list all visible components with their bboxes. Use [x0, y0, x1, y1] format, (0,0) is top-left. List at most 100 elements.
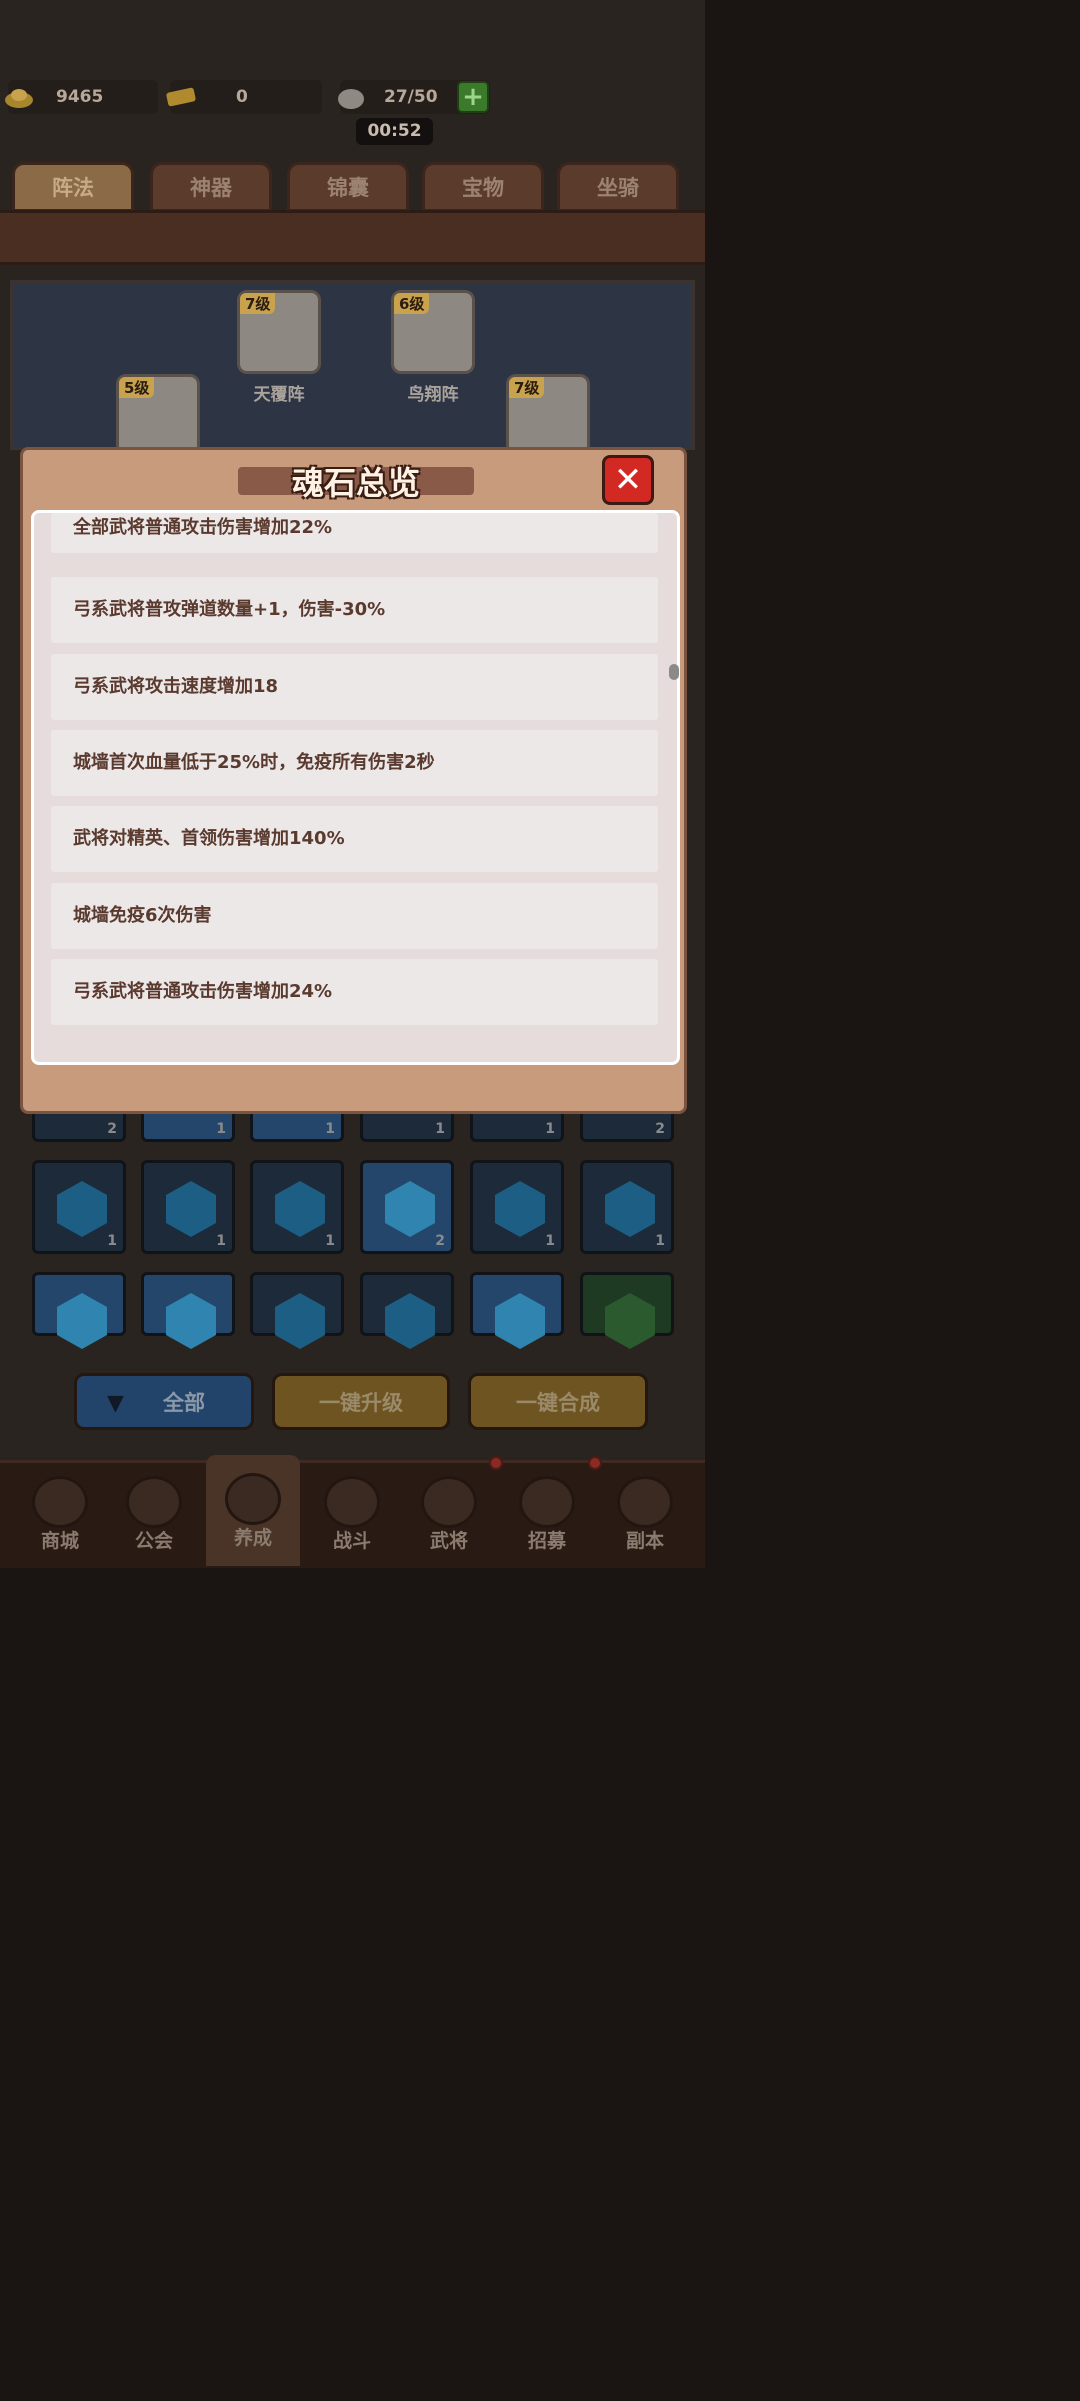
scroll-icon [519, 1476, 575, 1528]
slot-count: 1 [325, 1121, 335, 1137]
filter-all-button[interactable]: ▼ 全部 [74, 1373, 254, 1430]
notification-dot [588, 1456, 602, 1470]
close-icon: ✕ [613, 460, 643, 500]
tab-silkbag[interactable]: 锦囊 [287, 162, 409, 212]
formation-banner [0, 210, 705, 265]
formation-name: 天覆阵 [253, 385, 305, 405]
gold-counter: 9465 [5, 80, 158, 114]
slot-count: 1 [216, 1233, 226, 1249]
slot-count: 1 [435, 1121, 445, 1137]
bun-icon [338, 89, 364, 109]
soulstone-gem-icon [495, 1181, 545, 1237]
coin-icon [32, 1476, 88, 1528]
soulstone-slot[interactable] [360, 1272, 454, 1349]
nav-label: 公会 [134, 1530, 173, 1552]
nav-generals[interactable]: 武将 [402, 1470, 496, 1566]
stamina-value: 27/50 [384, 87, 438, 107]
merge-all-button[interactable]: 一键合成 [468, 1373, 648, 1430]
triangle-down-icon: ▼ [107, 1391, 124, 1416]
filter-all-label: 全部 [163, 1391, 205, 1415]
scrollbar-handle[interactable] [669, 664, 679, 680]
nav-cultivate[interactable]: 养成 [206, 1455, 300, 1566]
slot-count: 1 [545, 1121, 555, 1137]
tab-mount[interactable]: 坐骑 [557, 162, 679, 212]
nav-battle[interactable]: 战斗 [305, 1470, 399, 1566]
effect-text: 弓系武将攻击速度增加18 [73, 676, 279, 697]
nav-label: 商城 [40, 1530, 79, 1552]
soulstone-slot[interactable]: 1 [580, 1160, 674, 1254]
effect-text: 城墙首次血量低于25%时，免疫所有伤害2秒 [73, 752, 435, 773]
slot-count: 1 [545, 1233, 555, 1249]
soulstone-slot[interactable] [141, 1272, 235, 1349]
effect-text: 武将对精英、首领伤害增加140% [73, 828, 345, 849]
notification-dot [489, 1456, 503, 1470]
ticket-counter: 0 [166, 80, 322, 114]
soulstone-slot[interactable] [580, 1272, 674, 1349]
soulstone-gem-icon [385, 1181, 435, 1237]
gold-ingot-icon [5, 89, 33, 108]
effect-row: 武将对精英、首领伤害增加140% [51, 806, 658, 872]
nav-shop[interactable]: 商城 [13, 1470, 107, 1566]
close-button[interactable]: ✕ [602, 455, 654, 505]
dialog-title: 魂石总览 [291, 464, 420, 502]
formation-card-niaoxiang[interactable]: 6级 [391, 290, 475, 374]
effect-row: 弓系武将普攻弹道数量+1，伤害-30% [51, 577, 658, 643]
dialog-header: 魂石总览 ✕ [23, 450, 684, 510]
formation-level: 6级 [394, 293, 430, 314]
effect-row: 城墙免疫6次伤害 [51, 883, 658, 949]
formation-name: 鸟翔阵 [407, 385, 459, 405]
formation-level: 7级 [240, 293, 276, 314]
ticket-value: 0 [236, 87, 248, 107]
formation-level: 7级 [509, 377, 545, 398]
shield-icon [126, 1476, 182, 1528]
slot-count: 1 [325, 1233, 335, 1249]
soulstone-gem-icon [605, 1181, 655, 1237]
formation-card-left[interactable]: 5级 [116, 374, 200, 458]
nav-label: 养成 [233, 1527, 272, 1549]
nav-label: 副本 [625, 1530, 664, 1552]
soulstone-slot[interactable] [250, 1272, 344, 1349]
effect-text: 弓系武将普通攻击伤害增加24% [73, 981, 333, 1002]
soulstone-gem-icon [166, 1181, 216, 1237]
crossed-swords-icon [324, 1476, 380, 1528]
nav-dungeon[interactable]: 副本 [598, 1470, 692, 1566]
soulstone-gem-icon [275, 1181, 325, 1237]
tab-artifact[interactable]: 神器 [150, 162, 272, 212]
soulstone-gem-icon [57, 1181, 107, 1237]
stamina-timer: 00:52 [356, 118, 433, 145]
soulstone-slot[interactable]: 1 [250, 1160, 344, 1254]
slot-count: 2 [435, 1233, 445, 1249]
nav-label: 战斗 [332, 1530, 371, 1552]
soulstone-slot[interactable] [470, 1272, 564, 1349]
effect-text: 弓系武将普攻弹道数量+1，伤害-30% [73, 599, 386, 620]
gate-icon [617, 1476, 673, 1528]
effect-text: 全部武将普通攻击伤害增加22% [73, 517, 333, 538]
slot-count: 1 [655, 1233, 665, 1249]
formation-level: 5级 [119, 377, 155, 398]
helmet-icon [421, 1476, 477, 1528]
soulstone-slot[interactable]: 1 [32, 1160, 126, 1254]
nav-label: 武将 [429, 1530, 468, 1552]
soulstone-slot[interactable] [32, 1272, 126, 1349]
effect-text: 城墙免疫6次伤害 [73, 905, 212, 926]
soulstone-slot[interactable]: 1 [470, 1160, 564, 1254]
tab-formation[interactable]: 阵法 [12, 162, 134, 212]
add-stamina-button[interactable]: + [457, 81, 489, 113]
formation-card-tianfu[interactable]: 7级 [237, 290, 321, 374]
slot-count: 2 [655, 1121, 665, 1137]
nav-guild[interactable]: 公会 [107, 1470, 201, 1566]
nav-recruit[interactable]: 招募 [500, 1470, 594, 1566]
nav-label: 招募 [527, 1530, 566, 1552]
effects-list[interactable]: 全部武将普通攻击伤害增加22% 弓系武将普攻弹道数量+1，伤害-30% 弓系武将… [31, 510, 680, 1065]
slot-count: 1 [216, 1121, 226, 1137]
tab-treasure[interactable]: 宝物 [422, 162, 544, 212]
soulstone-slot[interactable]: 1 [141, 1160, 235, 1254]
ticket-icon [166, 87, 196, 107]
swirl-icon [225, 1473, 281, 1525]
effect-row: 全部武将普通攻击伤害增加22% [51, 513, 658, 553]
soulstone-slot[interactable]: 2 [360, 1160, 454, 1254]
upgrade-all-button[interactable]: 一键升级 [272, 1373, 450, 1430]
formation-card-right[interactable]: 7级 [506, 374, 590, 458]
slot-count: 2 [107, 1121, 117, 1137]
effect-row: 城墙首次血量低于25%时，免疫所有伤害2秒 [51, 730, 658, 796]
